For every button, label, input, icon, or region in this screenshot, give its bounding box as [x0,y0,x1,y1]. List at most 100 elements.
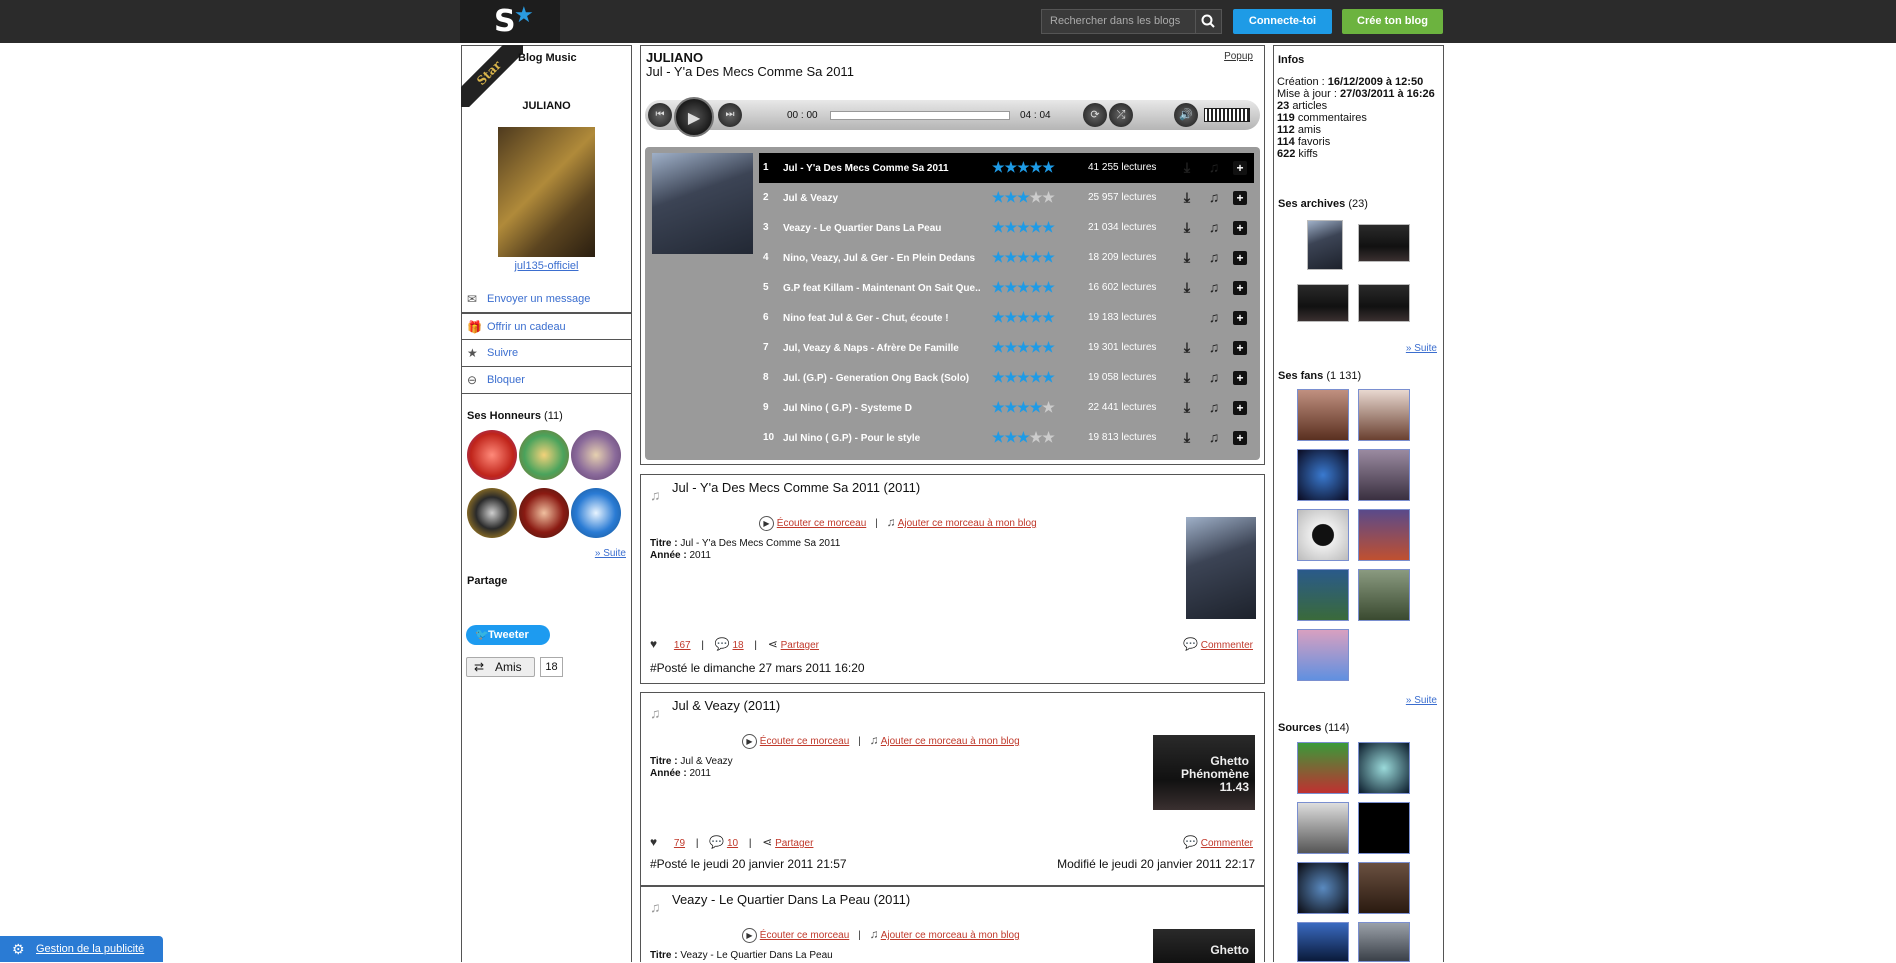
gift-button[interactable]: 🎁 Offrir un cadeau [462,313,631,340]
follow-button[interactable]: ★ Suivre [462,340,631,367]
article-thumbnail[interactable]: Ghetto [1153,929,1255,963]
avatar[interactable] [498,127,595,257]
rating-star-icon[interactable]: ★ [1042,159,1055,175]
login-button[interactable]: Connecte-toi [1233,9,1332,34]
track-title[interactable]: Jul & Veazy [783,187,981,209]
rating-star-icon[interactable]: ★ [1042,339,1055,355]
rating-star-icon[interactable]: ★ [1017,249,1030,265]
volume-slider[interactable] [1204,108,1250,122]
next-track-button[interactable]: ⏭ [718,103,742,127]
honor-badge-100[interactable] [571,430,621,480]
rating-star-icon[interactable]: ★ [1005,429,1018,445]
plus-icon[interactable]: + [1233,431,1247,445]
download-icon[interactable]: ⤓ [1178,399,1196,415]
track-rating[interactable]: ★★★★★ [992,370,1055,385]
friends-button[interactable]: ⇄ Amis [466,657,535,677]
rating-star-icon[interactable]: ★ [1030,189,1043,205]
source-avatar[interactable] [1358,742,1410,794]
honor-badge-target[interactable] [519,488,569,538]
rating-star-icon[interactable]: ★ [1005,219,1018,235]
rating-star-icon[interactable]: ★ [992,339,1005,355]
source-avatar[interactable] [1358,802,1410,854]
download-icon[interactable]: ⤓ [1178,219,1196,235]
playlist-track[interactable]: 8 Jul. (G.P) - Generation Ong Back (Solo)… [759,363,1254,393]
playlist-track[interactable]: 7 Jul, Veazy & Naps - Afrère De Famille ★★… [759,333,1254,363]
track-rating[interactable]: ★★★★★ [992,250,1055,265]
add-to-blog-icon[interactable]: ♫ [1205,429,1223,445]
rating-star-icon[interactable]: ★ [1005,309,1018,325]
fan-avatar[interactable] [1358,389,1410,441]
listen-link[interactable]: Écouter ce morceau [760,736,850,747]
track-title[interactable]: Jul Nino ( G.P) - Systeme D [783,397,981,419]
plus-icon[interactable]: + [1233,191,1247,205]
rating-star-icon[interactable]: ★ [1042,429,1055,445]
download-icon[interactable]: ⤓ [1178,189,1196,205]
archive-thumbnail[interactable] [1297,284,1349,322]
add-to-blog-icon[interactable]: ♫ [1205,399,1223,415]
rating-star-icon[interactable]: ★ [1005,399,1018,415]
rating-star-icon[interactable]: ★ [1005,339,1018,355]
ad-settings-button[interactable]: ⚙ Gestion de la publicité [0,936,163,962]
download-icon[interactable]: ⤓ [1178,339,1196,355]
track-title[interactable]: Jul, Veazy & Naps - Afrère De Famille [783,337,981,359]
rating-star-icon[interactable]: ★ [1005,189,1018,205]
rating-star-icon[interactable]: ★ [1017,189,1030,205]
rating-star-icon[interactable]: ★ [1030,399,1043,415]
rating-star-icon[interactable]: ★ [1030,369,1043,385]
rating-star-icon[interactable]: ★ [992,219,1005,235]
download-icon[interactable]: ⤓ [1178,369,1196,385]
track-rating[interactable]: ★★★★★ [992,310,1055,325]
source-avatar[interactable] [1297,802,1349,854]
plus-icon[interactable]: + [1233,311,1247,325]
add-to-blog-icon[interactable]: ♫ [1205,219,1223,235]
download-icon[interactable]: ⤓ [1178,159,1196,175]
rating-star-icon[interactable]: ★ [1030,159,1043,175]
honor-badge-star[interactable] [519,430,569,480]
fan-avatar[interactable] [1358,569,1410,621]
fan-avatar[interactable] [1297,509,1349,561]
rating-star-icon[interactable]: ★ [992,399,1005,415]
rating-star-icon[interactable]: ★ [1030,309,1043,325]
track-rating[interactable]: ★★★★★ [992,400,1055,415]
rating-star-icon[interactable]: ★ [1017,399,1030,415]
tweet-button[interactable]: 🐦 Tweeter [466,625,550,645]
playlist-track[interactable]: 10 Jul Nino ( G.P) - Pour le style ★★★★★ 19… [759,423,1254,453]
source-avatar[interactable] [1297,862,1349,914]
source-avatar[interactable] [1358,922,1410,962]
search-input[interactable]: Rechercher dans les blogs [1041,9,1196,34]
add-to-blog-icon[interactable]: ♫ [1205,279,1223,295]
add-to-blog-icon[interactable]: ♫ [1205,369,1223,385]
plus-icon[interactable]: + [1233,401,1247,415]
track-title[interactable]: Jul. (G.P) - Generation Ong Back (Solo) [783,367,981,389]
rating-star-icon[interactable]: ★ [1042,309,1055,325]
add-to-blog-icon[interactable]: ♫ [1205,339,1223,355]
track-rating[interactable]: ★★★★★ [992,220,1055,235]
article-thumbnail[interactable] [1186,517,1256,619]
rating-star-icon[interactable]: ★ [1017,219,1030,235]
comments-link[interactable]: 10 [727,838,738,849]
share-link[interactable]: Partager [781,640,819,651]
fan-avatar[interactable] [1297,449,1349,501]
download-icon[interactable]: ⤓ [1178,429,1196,445]
search-button[interactable] [1196,9,1222,34]
playlist-track[interactable]: 2 Jul & Veazy ★★★★★ 25 957 lectures ⤓ ♫ + [759,183,1254,213]
rating-star-icon[interactable]: ★ [1017,159,1030,175]
likes-link[interactable]: 79 [674,838,685,849]
likes-link[interactable]: 167 [674,640,691,651]
rating-star-icon[interactable]: ★ [1042,279,1055,295]
send-message-button[interactable]: ✉ Envoyer un message [462,286,631,313]
rating-star-icon[interactable]: ★ [1042,189,1055,205]
plus-icon[interactable]: + [1233,251,1247,265]
block-button[interactable]: ⊖ Bloquer [462,367,631,394]
source-avatar[interactable] [1297,742,1349,794]
add-to-blog-icon[interactable]: ♫ [1205,249,1223,265]
archive-thumbnail[interactable] [1358,224,1410,262]
rating-star-icon[interactable]: ★ [1005,279,1018,295]
comment-link[interactable]: Commenter [1201,838,1253,849]
playlist-track[interactable]: 1 Jul - Y'a Des Mecs Comme Sa 2011 ★★★★★ 41… [759,153,1254,183]
archive-thumbnail[interactable] [1358,284,1410,322]
add-to-blog-icon[interactable]: ♫ [1205,309,1223,325]
playlist-track[interactable]: 6 Nino feat Jul & Ger - Chut, écoute ! ★★★… [759,303,1254,333]
username-link[interactable]: jul135-officiel [462,260,631,272]
playlist-track[interactable]: 9 Jul Nino ( G.P) - Systeme D ★★★★★ 22 441 … [759,393,1254,423]
